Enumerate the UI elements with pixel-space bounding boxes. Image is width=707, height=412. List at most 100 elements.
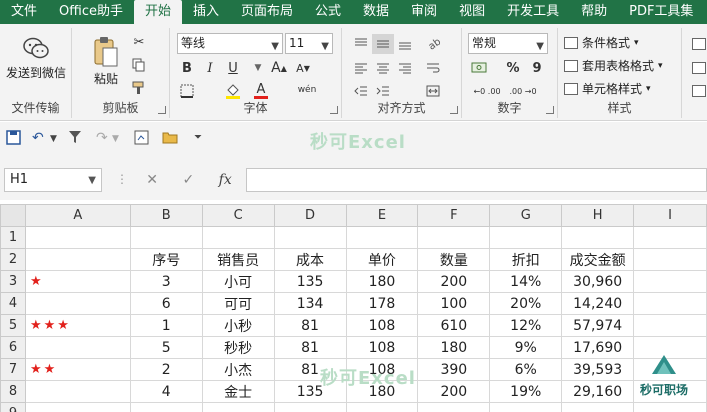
- font-grow-button[interactable]: A ▲: [268, 58, 290, 78]
- cell[interactable]: [489, 226, 563, 249]
- number-format-select[interactable]: 常规 ▼: [468, 33, 548, 54]
- stars-cell[interactable]: ★★★: [24, 314, 131, 337]
- header-cell[interactable]: 成交金额: [561, 248, 635, 271]
- cell[interactable]: [273, 402, 347, 412]
- column-header-b[interactable]: B: [129, 204, 203, 227]
- clipboard-launcher-icon[interactable]: [158, 106, 166, 114]
- header-cell[interactable]: 成本: [273, 248, 347, 271]
- column-header-h[interactable]: H: [561, 204, 635, 227]
- font-shrink-button[interactable]: A ▼: [292, 58, 314, 78]
- data-cell[interactable]: 57,974: [561, 314, 635, 337]
- redo-dropdown-icon[interactable]: ▼: [112, 134, 119, 144]
- row-header-2[interactable]: 2: [0, 248, 26, 271]
- data-cell[interactable]: 390: [417, 358, 491, 381]
- data-cell[interactable]: 135: [273, 270, 347, 293]
- column-header-i[interactable]: I: [633, 204, 707, 227]
- tab-0[interactable]: 文件: [0, 0, 48, 24]
- stars-cell[interactable]: ★: [24, 270, 131, 293]
- undo-dropdown-icon[interactable]: ▼: [50, 134, 57, 144]
- column-header-c[interactable]: C: [201, 204, 275, 227]
- data-cell[interactable]: 6%: [489, 358, 563, 381]
- header-cell[interactable]: 销售员: [201, 248, 275, 271]
- formula-input[interactable]: [246, 168, 707, 192]
- data-cell[interactable]: 180: [345, 270, 419, 293]
- data-cell[interactable]: 19%: [489, 380, 563, 403]
- align-top-icon[interactable]: [350, 34, 372, 54]
- undo-icon[interactable]: ↶: [32, 130, 44, 146]
- data-cell[interactable]: 81: [273, 336, 347, 359]
- data-cell[interactable]: 12%: [489, 314, 563, 337]
- wrap-text-icon[interactable]: [422, 58, 444, 78]
- data-cell[interactable]: 4: [129, 380, 203, 403]
- data-cell[interactable]: 108: [345, 336, 419, 359]
- tab-4[interactable]: 页面布局: [230, 0, 304, 24]
- cut-icon[interactable]: ✂: [128, 32, 150, 52]
- cell[interactable]: [633, 226, 707, 249]
- data-cell[interactable]: 108: [345, 314, 419, 337]
- cell[interactable]: [561, 402, 635, 412]
- increase-indent-icon[interactable]: [372, 81, 394, 101]
- data-cell[interactable]: 178: [345, 292, 419, 315]
- data-cell[interactable]: 可可: [201, 292, 275, 315]
- borders-icon[interactable]: [176, 81, 198, 101]
- redo-icon[interactable]: ↷: [96, 130, 108, 146]
- format-cells-icon[interactable]: [688, 81, 707, 101]
- select-all-corner[interactable]: [0, 204, 26, 227]
- comma-style-button[interactable]: 9: [526, 58, 548, 78]
- cell[interactable]: [489, 402, 563, 412]
- enter-icon[interactable]: ✓: [182, 172, 194, 188]
- align-right-icon[interactable]: [394, 58, 416, 78]
- data-cell[interactable]: 秒秒: [201, 336, 275, 359]
- conditional-formatting-button[interactable]: 条件格式 ▾: [564, 33, 639, 53]
- data-cell[interactable]: 2: [129, 358, 203, 381]
- tab-3[interactable]: 插入: [182, 0, 230, 24]
- cell[interactable]: [417, 402, 491, 412]
- merge-center-icon[interactable]: [422, 81, 444, 101]
- data-cell[interactable]: 小可: [201, 270, 275, 293]
- column-header-a[interactable]: A: [24, 204, 131, 227]
- data-cell[interactable]: 6: [129, 292, 203, 315]
- cell[interactable]: [201, 402, 275, 412]
- row-header-1[interactable]: 1: [0, 226, 26, 249]
- delete-cells-icon[interactable]: [688, 58, 707, 78]
- data-cell[interactable]: 小秒: [201, 314, 275, 337]
- percent-style-button[interactable]: %: [502, 58, 524, 78]
- cell[interactable]: [561, 226, 635, 249]
- column-header-f[interactable]: F: [417, 204, 491, 227]
- tab-2[interactable]: 开始: [133, 0, 182, 26]
- data-cell[interactable]: 1: [129, 314, 203, 337]
- data-cell[interactable]: 17,690: [561, 336, 635, 359]
- tab-8[interactable]: 视图: [448, 0, 496, 24]
- data-cell[interactable]: 29,160: [561, 380, 635, 403]
- data-cell[interactable]: 30,960: [561, 270, 635, 293]
- underline-button[interactable]: U: [222, 58, 244, 78]
- stars-cell[interactable]: [24, 292, 131, 315]
- cell[interactable]: [633, 270, 707, 293]
- bold-button[interactable]: B: [176, 58, 198, 78]
- tab-11[interactable]: PDF工具集: [618, 0, 704, 24]
- increase-decimal-button[interactable]: ←0 .00: [472, 81, 502, 101]
- data-cell[interactable]: 180: [417, 336, 491, 359]
- fill-color-icon[interactable]: [222, 81, 244, 101]
- font-size-select[interactable]: 11 ▼: [285, 33, 333, 54]
- column-header-d[interactable]: D: [273, 204, 347, 227]
- font-launcher-icon[interactable]: [330, 106, 338, 114]
- filter-icon[interactable]: [68, 130, 82, 148]
- align-center-icon[interactable]: [372, 58, 394, 78]
- stars-cell[interactable]: ★★: [24, 358, 131, 381]
- cell[interactable]: [24, 226, 131, 249]
- cell[interactable]: [633, 314, 707, 337]
- number-launcher-icon[interactable]: [546, 106, 554, 114]
- format-painter-icon[interactable]: [128, 78, 150, 98]
- save-icon[interactable]: [6, 130, 21, 149]
- align-bottom-icon[interactable]: [394, 34, 416, 54]
- data-cell[interactable]: 金士: [201, 380, 275, 403]
- name-box[interactable]: H1 ▼: [4, 168, 102, 192]
- data-cell[interactable]: 14%: [489, 270, 563, 293]
- cell-styles-button[interactable]: 单元格样式 ▾: [564, 79, 651, 99]
- font-name-select[interactable]: 等线 ▼: [177, 33, 283, 54]
- data-cell[interactable]: 200: [417, 380, 491, 403]
- text-orientation-icon[interactable]: ab: [422, 34, 444, 54]
- row-header-8[interactable]: 8: [0, 380, 26, 403]
- underline-dropdown-icon[interactable]: ▼: [247, 58, 269, 78]
